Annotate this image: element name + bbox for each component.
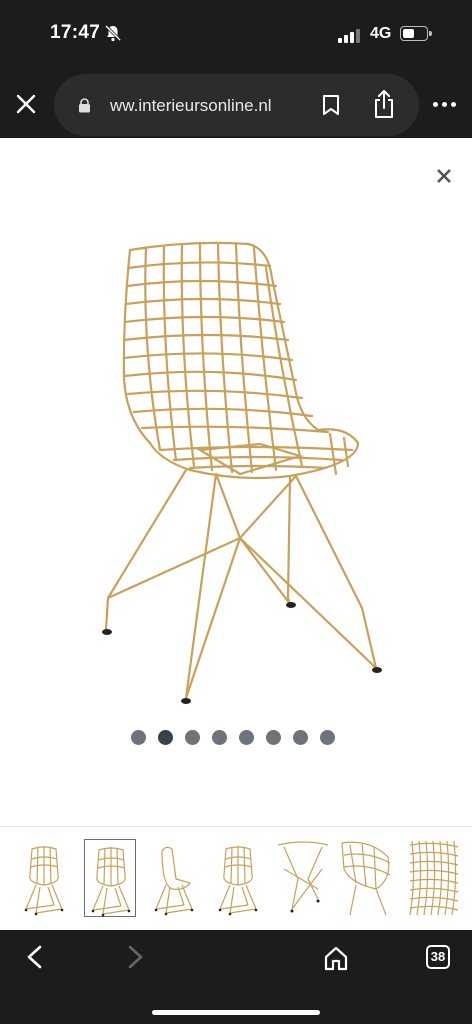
home-icon[interactable] [322,944,350,972]
network-type: 4G [370,25,392,42]
pagination-dot[interactable] [185,730,200,745]
pagination-dots [131,730,335,745]
home-indicator [152,1010,320,1015]
thumbnail[interactable] [277,839,330,917]
close-icon[interactable] [14,92,38,116]
pagination-dot[interactable] [158,730,173,745]
thumbnail[interactable] [408,839,460,917]
more-icon[interactable] [433,102,456,107]
tabs-icon[interactable]: 38 [426,945,450,969]
browser-toolbar: ww.interieursonline.nl [0,70,472,138]
pagination-dot[interactable] [266,730,281,745]
thumbnail[interactable] [212,839,264,917]
forward-icon[interactable] [124,944,146,970]
bookmark-icon[interactable] [322,94,340,116]
pagination-dot[interactable] [320,730,335,745]
url-text[interactable]: ww.interieursonline.nl [110,96,272,116]
thumbnail[interactable] [340,839,392,917]
thumbnail[interactable] [148,839,200,917]
thumbnail[interactable] [18,839,70,917]
thumbnail-strip [0,826,472,930]
pagination-dot[interactable] [212,730,227,745]
signal-icon [338,27,360,43]
pagination-dot[interactable] [131,730,146,745]
back-icon[interactable] [24,944,46,970]
bottom-toolbar: 38 [0,930,472,1024]
product-gallery [0,138,472,930]
pagination-dot[interactable] [293,730,308,745]
chair-image[interactable] [90,238,390,708]
address-bar[interactable]: ww.interieursonline.nl [54,74,419,136]
pagination-dot[interactable] [239,730,254,745]
status-bar: 17:47 4G [0,0,472,70]
battery-icon [400,26,432,41]
status-time: 17:47 [50,22,101,43]
bell-off-icon [104,24,122,42]
close-gallery-icon[interactable] [434,166,454,186]
lock-icon [79,98,90,113]
thumbnail[interactable] [84,839,136,917]
share-icon[interactable] [372,89,396,119]
